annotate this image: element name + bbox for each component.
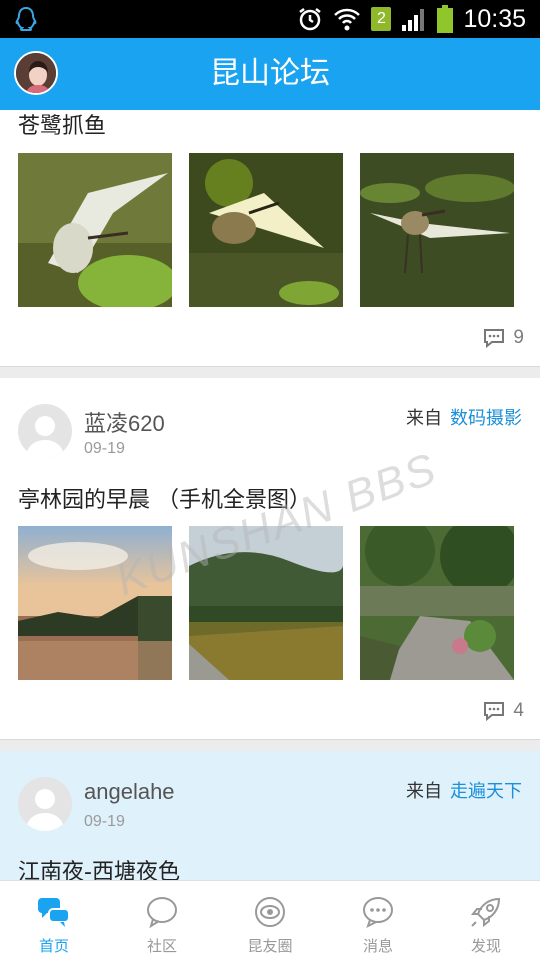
comment-icon bbox=[484, 329, 505, 348]
author-avatar[interactable] bbox=[18, 777, 72, 831]
tab-messages-label: 消息 bbox=[362, 937, 393, 955]
post-card[interactable]: angelahe 09-19 来自 走遍天下 江南夜-西塘夜色 bbox=[0, 751, 540, 880]
post-title[interactable]: 江南夜-西塘夜色 bbox=[18, 854, 180, 880]
tab-home-label: 首页 bbox=[38, 937, 69, 955]
tab-discover[interactable]: 发现 bbox=[432, 881, 540, 960]
bottom-nav: 首页 社区 昆友圈 消息 发现 bbox=[0, 880, 540, 960]
post-card[interactable]: 蓝凌620 09-19 来自 数码摄影 亭林园的早晨 （手机全景图） 4 bbox=[0, 378, 540, 740]
app-header: 昆山论坛 bbox=[0, 38, 540, 110]
heron-photo-3[interactable] bbox=[360, 153, 514, 307]
battery-icon bbox=[437, 5, 454, 33]
lake-sunrise-photo[interactable] bbox=[18, 526, 172, 680]
tab-community[interactable]: 社区 bbox=[108, 881, 216, 960]
board-link[interactable]: 走遍天下 bbox=[450, 781, 522, 802]
post-source: 来自 走遍天下 bbox=[406, 777, 522, 803]
tab-friends-circle-label: 昆友圈 bbox=[247, 937, 293, 955]
community-bubble-icon bbox=[147, 897, 177, 929]
comment-icon bbox=[484, 702, 505, 721]
post-photos bbox=[18, 526, 514, 680]
author-name[interactable]: 蓝凌620 bbox=[84, 406, 165, 438]
sim-slot-badge: 2 bbox=[371, 7, 392, 31]
post-date: 09-19 bbox=[84, 813, 125, 830]
board-link[interactable]: 数码摄影 bbox=[450, 408, 522, 429]
message-icon bbox=[363, 897, 393, 928]
post-card[interactable]: 苍鹭抓鱼 9 bbox=[0, 110, 540, 367]
source-prefix: 来自 bbox=[406, 408, 442, 429]
status-bar: 2 10:35 bbox=[0, 0, 540, 38]
post-feed[interactable]: 苍鹭抓鱼 9 蓝凌620 09-19 来自 数码摄影 亭林园的早晨 （手机全景图） bbox=[0, 110, 540, 880]
tab-discover-label: 发现 bbox=[470, 937, 501, 955]
post-photos bbox=[18, 153, 514, 307]
alarm-icon bbox=[299, 8, 322, 31]
qq-icon bbox=[15, 6, 37, 31]
garden-field-photo[interactable] bbox=[189, 526, 343, 680]
tab-friends-circle[interactable]: 昆友圈 bbox=[216, 881, 324, 960]
post-title[interactable]: 苍鹭抓鱼 bbox=[18, 110, 106, 140]
post-title[interactable]: 亭林园的早晨 （手机全景图） bbox=[18, 482, 311, 514]
post-source: 来自 数码摄影 bbox=[406, 404, 522, 430]
home-chat-icon bbox=[38, 898, 70, 927]
post-date: 09-19 bbox=[84, 440, 125, 457]
heron-photo-2[interactable] bbox=[189, 153, 343, 307]
tab-messages[interactable]: 消息 bbox=[324, 881, 432, 960]
source-prefix: 来自 bbox=[406, 781, 442, 802]
comment-count-value: 4 bbox=[513, 700, 524, 721]
tab-community-label: 社区 bbox=[146, 937, 177, 955]
comment-count-value: 9 bbox=[513, 327, 524, 348]
comment-count[interactable]: 9 bbox=[483, 327, 524, 349]
author-avatar[interactable] bbox=[18, 404, 72, 458]
park-path-photo[interactable] bbox=[360, 526, 514, 680]
tab-home[interactable]: 首页 bbox=[0, 881, 108, 960]
signal-icon bbox=[402, 9, 425, 31]
author-name[interactable]: angelahe bbox=[84, 779, 175, 805]
wifi-icon bbox=[334, 8, 361, 31]
clock: 10:35 bbox=[463, 4, 526, 33]
user-avatar[interactable] bbox=[14, 51, 58, 95]
rocket-icon bbox=[470, 897, 501, 928]
friends-circle-icon bbox=[255, 897, 285, 927]
heron-photo-1[interactable] bbox=[18, 153, 172, 307]
app-title: 昆山论坛 bbox=[210, 56, 330, 91]
comment-count[interactable]: 4 bbox=[483, 700, 524, 722]
